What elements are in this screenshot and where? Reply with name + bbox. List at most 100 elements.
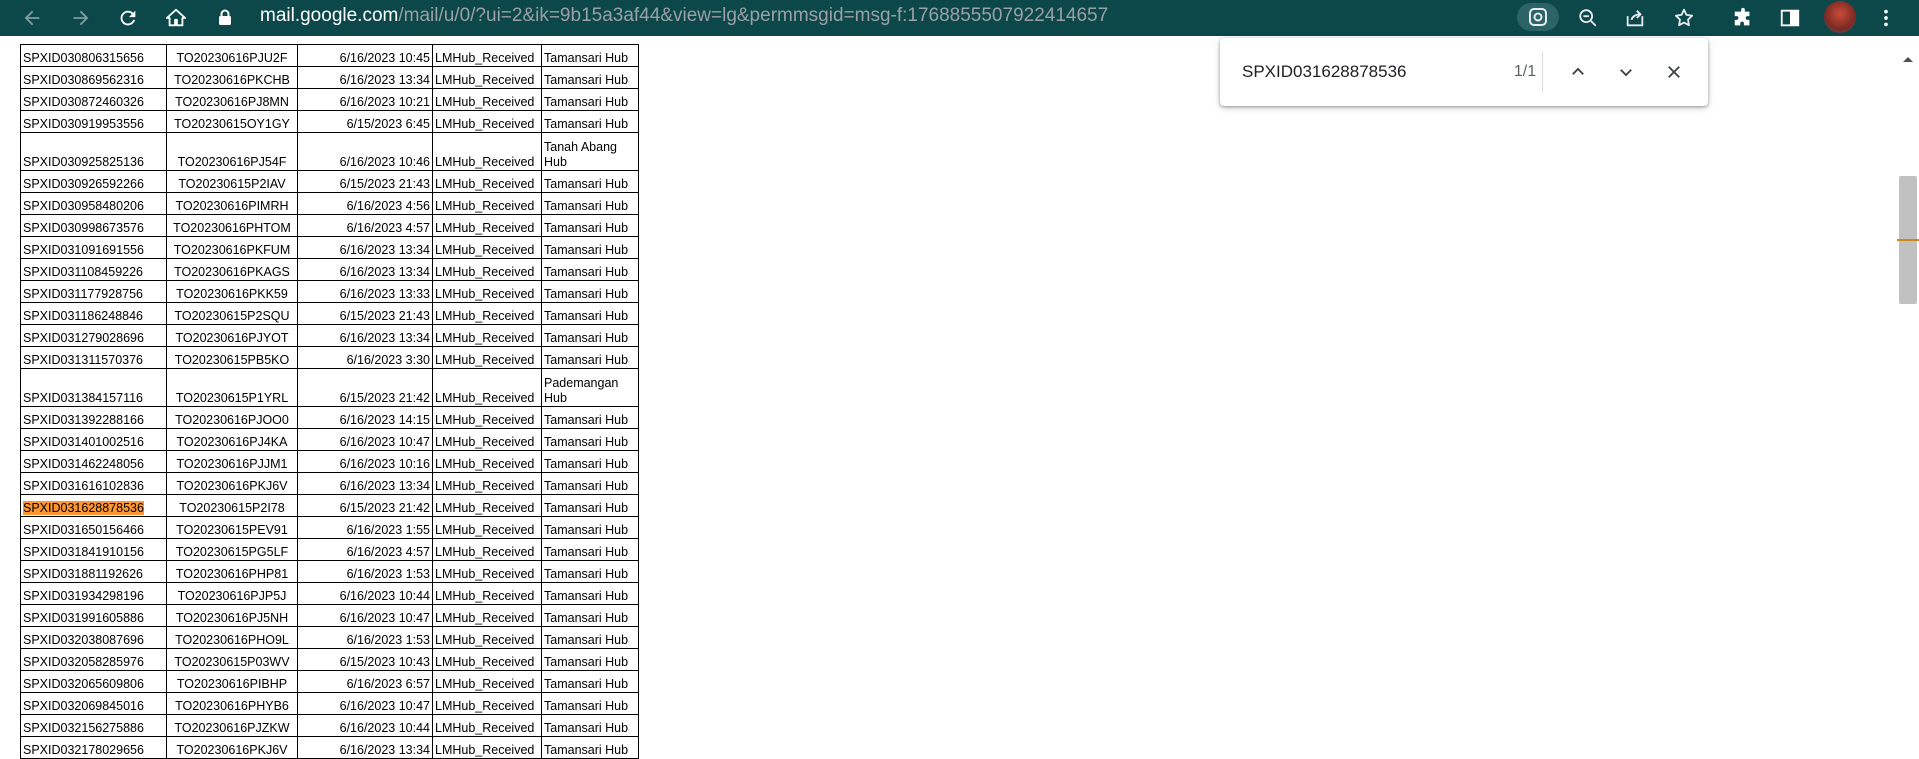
datetime-cell: 6/16/2023 10:47 [297,692,433,715]
transfer-order-cell: TO20230616PJU2F [166,44,298,67]
hub-name-line: Tamansari Hub [544,567,629,581]
hub-cell: Tamansari Hub [541,406,639,429]
shipment-id-cell: SPXID031841910156 [20,538,167,561]
shipment-id-cell: SPXID032178029656 [20,736,167,759]
datetime-cell: 6/16/2023 13:34 [297,324,433,347]
url-path: /mail/u/0/?ui=2&ik=9b15a3af44&view=lg&pe… [398,5,1109,26]
hub-name-line: Tamansari Hub [544,413,629,427]
hub-name-line: Tamansari Hub [544,479,629,493]
hub-cell: Tamansari Hub [541,538,639,561]
profile-avatar[interactable] [1824,1,1856,33]
vertical-scrollbar[interactable] [1897,36,1919,753]
transfer-order-cell: TO20230615P2SQU [166,302,298,325]
shipment-id-cell: SPXID031177928756 [20,280,167,303]
scroll-up-arrow-icon[interactable] [1902,50,1914,68]
lock-icon[interactable] [218,9,232,31]
datetime-cell: 6/16/2023 1:53 [297,626,433,649]
status-cell: LMHub_Received [432,736,542,759]
hub-name-line: Tamansari Hub [544,435,629,449]
puzzle-icon[interactable] [1723,0,1763,36]
status-cell: LMHub_Received [432,714,542,737]
status-cell: LMHub_Received [432,472,542,495]
status-cell: LMHub_Received [432,66,542,89]
datetime-cell: 6/16/2023 13:33 [297,280,433,303]
hub-name-line: Tanah Abang [544,140,617,154]
shipment-id-cell: SPXID030869562316 [20,66,167,89]
shipment-id-cell: SPXID030958480206 [20,192,167,215]
hub-name-line: Tamansari Hub [544,523,629,537]
datetime-cell: 6/16/2023 4:56 [297,192,433,215]
table-row: SPXID032156275886 TO20230616PJZKW 6/16/202… [20,714,639,737]
transfer-order-cell: TO20230616PHO9L [166,626,298,649]
transfer-order-cell: TO20230615P1YRL [166,368,298,407]
home-icon[interactable] [156,0,196,36]
hub-name-line: Tamansari Hub [544,633,629,647]
shipment-id-cell: SPXID031628878536 [20,494,167,517]
shipment-id-cell: SPXID031991605886 [20,604,167,627]
close-icon[interactable] [1660,58,1688,86]
hub-name-line: Tamansari Hub [544,353,629,367]
chevron-up-icon[interactable] [1564,58,1592,86]
hub-name-line: Tamansari Hub [544,655,629,669]
hub-name-line: Tamansari Hub [544,677,629,691]
transfer-order-cell: TO20230616PKCHB [166,66,298,89]
table-row: SPXID030998673576 TO20230616PHTOM 6/16/202… [20,214,639,237]
status-cell: LMHub_Received [432,368,542,407]
table-row: SPXID032069845016 TO20230616PHYB6 6/16/202… [20,692,639,715]
datetime-cell: 6/16/2023 1:53 [297,560,433,583]
shipment-id-cell: SPXID032058285976 [20,648,167,671]
url-text[interactable]: mail.google.com/mail/u/0/?ui=2&ik=9b15a3… [260,0,1108,32]
hub-cell: Tamansari Hub [541,66,639,89]
shipment-id-cell: SPXID031392288166 [20,406,167,429]
reload-icon[interactable] [108,0,148,36]
datetime-cell: 6/16/2023 4:57 [297,214,433,237]
status-cell: LMHub_Received [432,450,542,473]
status-cell: LMHub_Received [432,582,542,605]
shipment-id-cell: SPXID031186248846 [20,302,167,325]
chevron-down-icon[interactable] [1612,58,1640,86]
hub-name-line: Tamansari Hub [544,199,629,213]
hub-cell: Tamansari Hub [541,626,639,649]
transfer-order-cell: TO20230616PJJM1 [166,450,298,473]
star-icon[interactable] [1664,0,1704,36]
transfer-order-cell: TO20230616PJ8MN [166,88,298,111]
transfer-order-cell: TO20230615P03WV [166,648,298,671]
transfer-order-cell: TO20230616PJ4KA [166,428,298,451]
hub-cell: Tamansari Hub [541,302,639,325]
shipment-id-cell: SPXID031616102836 [20,472,167,495]
table-row: SPXID031991605886 TO20230616PJ5NH 6/16/202… [20,604,639,627]
transfer-order-cell: TO20230616PKAGS [166,258,298,281]
side-panel-icon[interactable] [1770,0,1810,36]
zoom-out-icon[interactable] [1568,0,1608,36]
share-icon[interactable] [1615,0,1655,36]
shipment-id-cell: SPXID030926592266 [20,170,167,193]
status-cell: LMHub_Received [432,692,542,715]
shipment-id-cell: SPXID032065609806 [20,670,167,693]
table-row: SPXID032058285976 TO20230615P03WV 6/15/202… [20,648,639,671]
transfer-order-cell: TO20230616PIMRH [166,192,298,215]
google-lens-icon[interactable] [1517,3,1559,31]
find-input[interactable] [1242,60,1472,84]
shipment-id-cell: SPXID031934298196 [20,582,167,605]
hub-cell: Tamansari Hub [541,516,639,539]
shipment-id-cell: SPXID030925825136 [20,132,167,171]
status-cell: LMHub_Received [432,626,542,649]
table-row: SPXID031628878536 TO20230615P2I78 6/15/202… [20,494,639,517]
hub-cell: Tamansari Hub [541,192,639,215]
url-host: mail.google.com [260,5,399,26]
datetime-cell: 6/16/2023 13:34 [297,472,433,495]
datetime-cell: 6/16/2023 10:44 [297,582,433,605]
transfer-order-cell: TO20230616PJ5NH [166,604,298,627]
transfer-order-cell: TO20230616PJOO0 [166,406,298,429]
table-row: SPXID031616102836 TO20230616PKJ6V 6/16/202… [20,472,639,495]
status-cell: LMHub_Received [432,192,542,215]
arrow-left-icon[interactable] [12,0,52,36]
status-cell: LMHub_Received [432,110,542,133]
hub-name-line: Tamansari Hub [544,51,629,65]
table-row: SPXID031881192626 TO20230616PHP81 6/16/202… [20,560,639,583]
arrow-right-icon[interactable] [61,0,101,36]
hub-name-line: Tamansari Hub [544,117,629,131]
kebab-menu-icon[interactable] [1866,0,1906,36]
shipment-id-cell: SPXID031091691556 [20,236,167,259]
status-cell: LMHub_Received [432,406,542,429]
